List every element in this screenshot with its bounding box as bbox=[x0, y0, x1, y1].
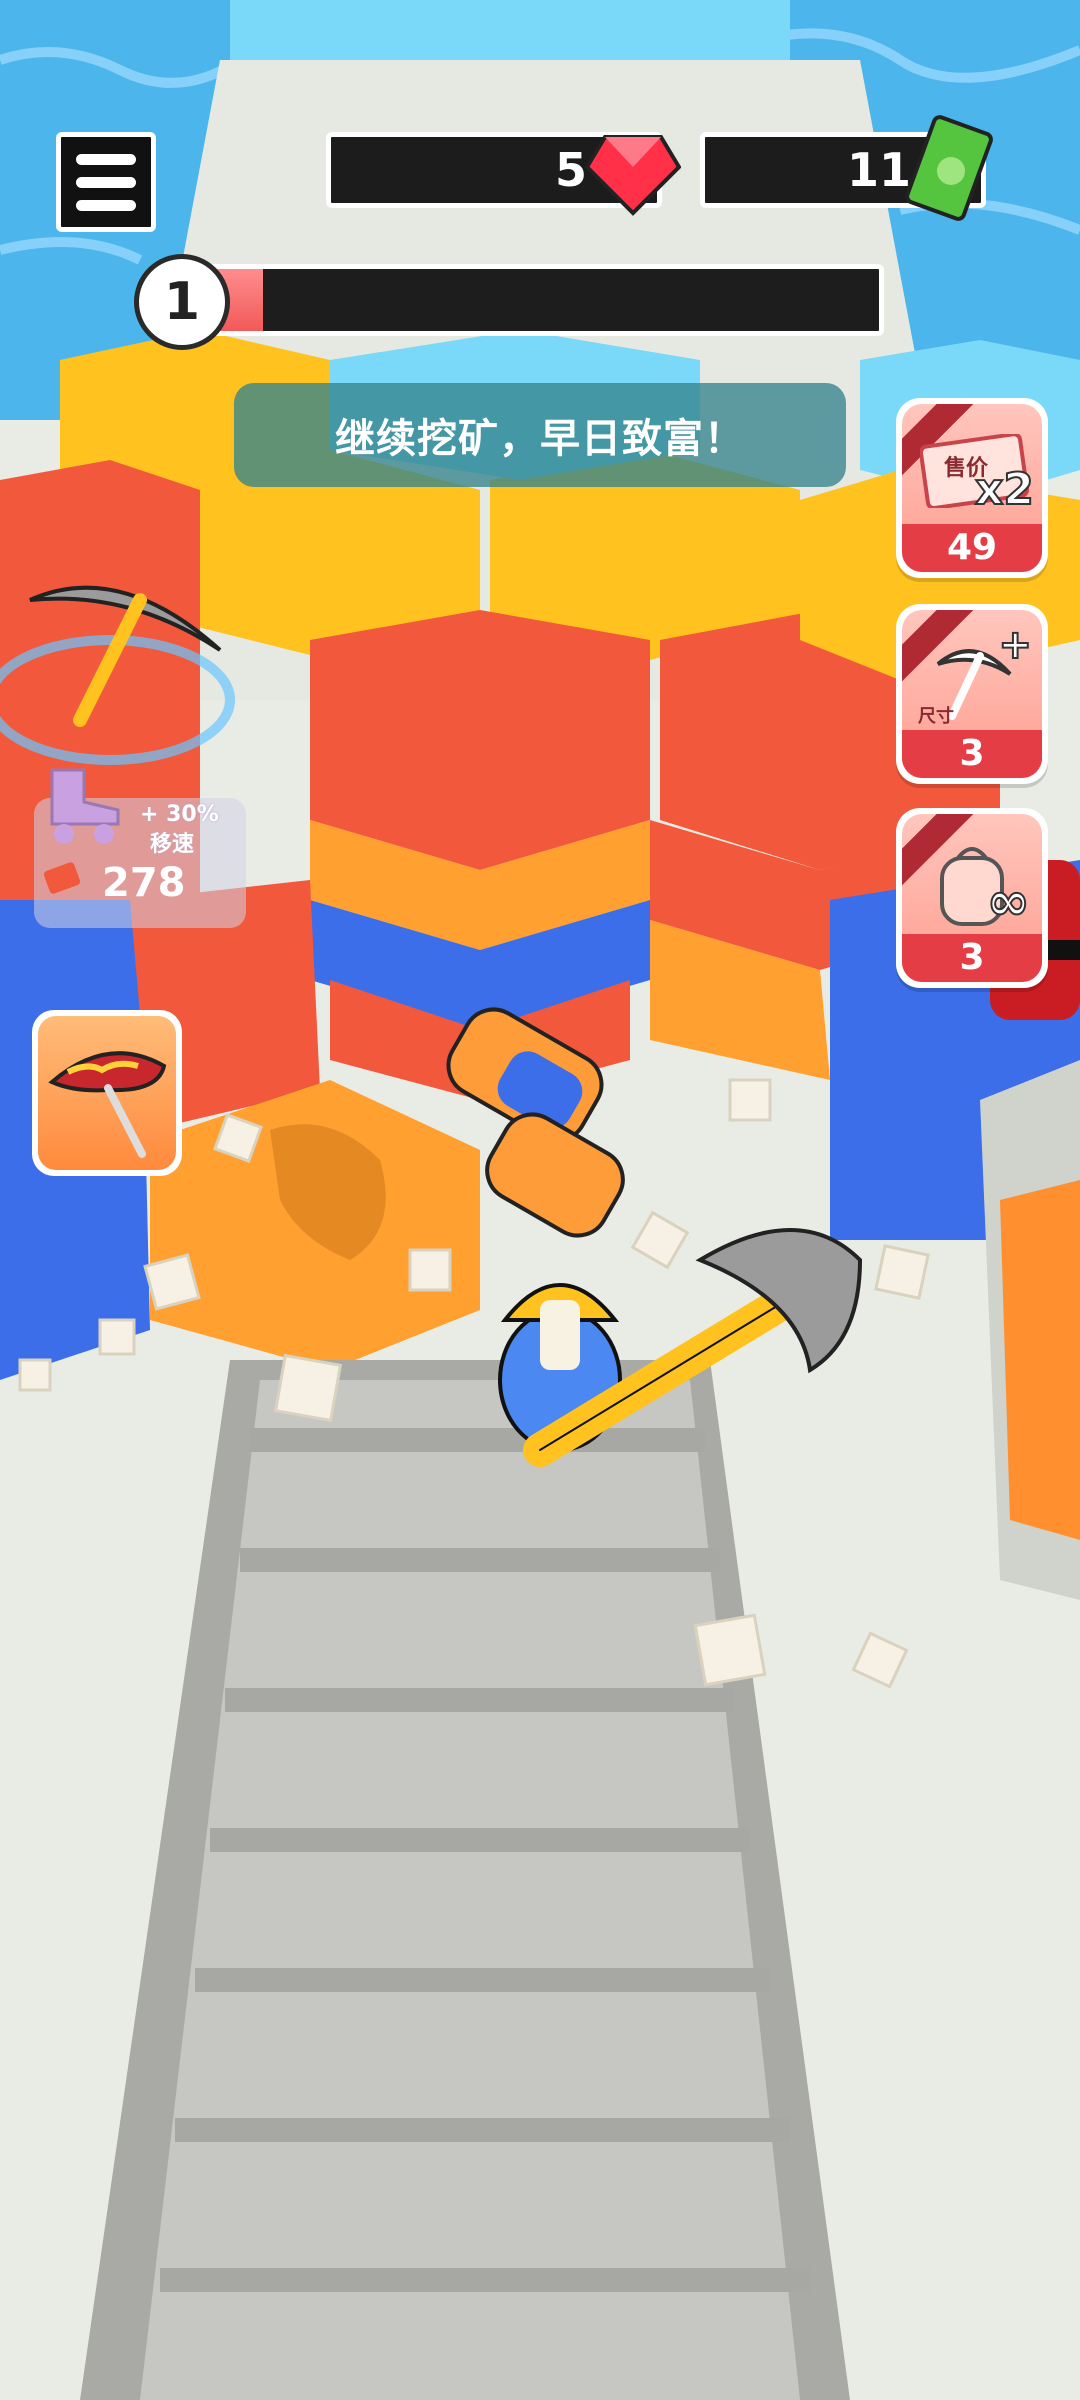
game-scene bbox=[0, 0, 1080, 2400]
pickaxe-size-label: 尺寸 bbox=[918, 706, 954, 727]
hex-red-1 bbox=[310, 610, 650, 870]
video-ad-icon bbox=[43, 862, 81, 894]
tip-banner: 继续挖矿，早日致富！ bbox=[234, 383, 846, 487]
level-progress: 1 bbox=[134, 254, 888, 350]
sausage-pickaxe-icon bbox=[48, 1051, 167, 1158]
gem-counter: 5 bbox=[326, 132, 681, 216]
menu-line bbox=[76, 176, 136, 188]
menu-line bbox=[76, 153, 136, 165]
level-badge: 1 bbox=[134, 254, 230, 350]
roller-skate-icon bbox=[50, 768, 120, 844]
menu-line bbox=[76, 199, 136, 211]
backpack-boost-button[interactable]: ∞ 3 bbox=[896, 808, 1048, 988]
ruby-icon bbox=[585, 135, 681, 216]
pickaxe-size-boost-button[interactable]: + 尺寸 3 bbox=[896, 604, 1048, 784]
pickaxe-size-badge: + bbox=[997, 621, 1032, 669]
level-progress-bar bbox=[204, 264, 884, 336]
pickaxe-size-count: 3 bbox=[902, 730, 1042, 778]
sell-price-count: 49 bbox=[902, 524, 1042, 572]
sell-price-badge: x2 bbox=[974, 463, 1035, 516]
cash-icon bbox=[905, 115, 993, 221]
speed-bonus: + 30% bbox=[140, 802, 219, 827]
backpack-count: 3 bbox=[902, 934, 1042, 982]
speed-label: 移速 bbox=[150, 832, 195, 857]
sell-price-boost-button[interactable]: 售价 x2 49 bbox=[896, 398, 1048, 578]
gem-count: 5 bbox=[554, 143, 587, 197]
cash-counter: 11 bbox=[700, 115, 993, 221]
speed-boost-offer[interactable]: + 30% 移速 278 bbox=[34, 768, 246, 928]
speed-price: 278 bbox=[102, 860, 186, 906]
infinity-badge: ∞ bbox=[986, 871, 1031, 933]
sausage-pickaxe-button[interactable] bbox=[32, 1010, 182, 1176]
menu-button[interactable] bbox=[56, 132, 156, 232]
